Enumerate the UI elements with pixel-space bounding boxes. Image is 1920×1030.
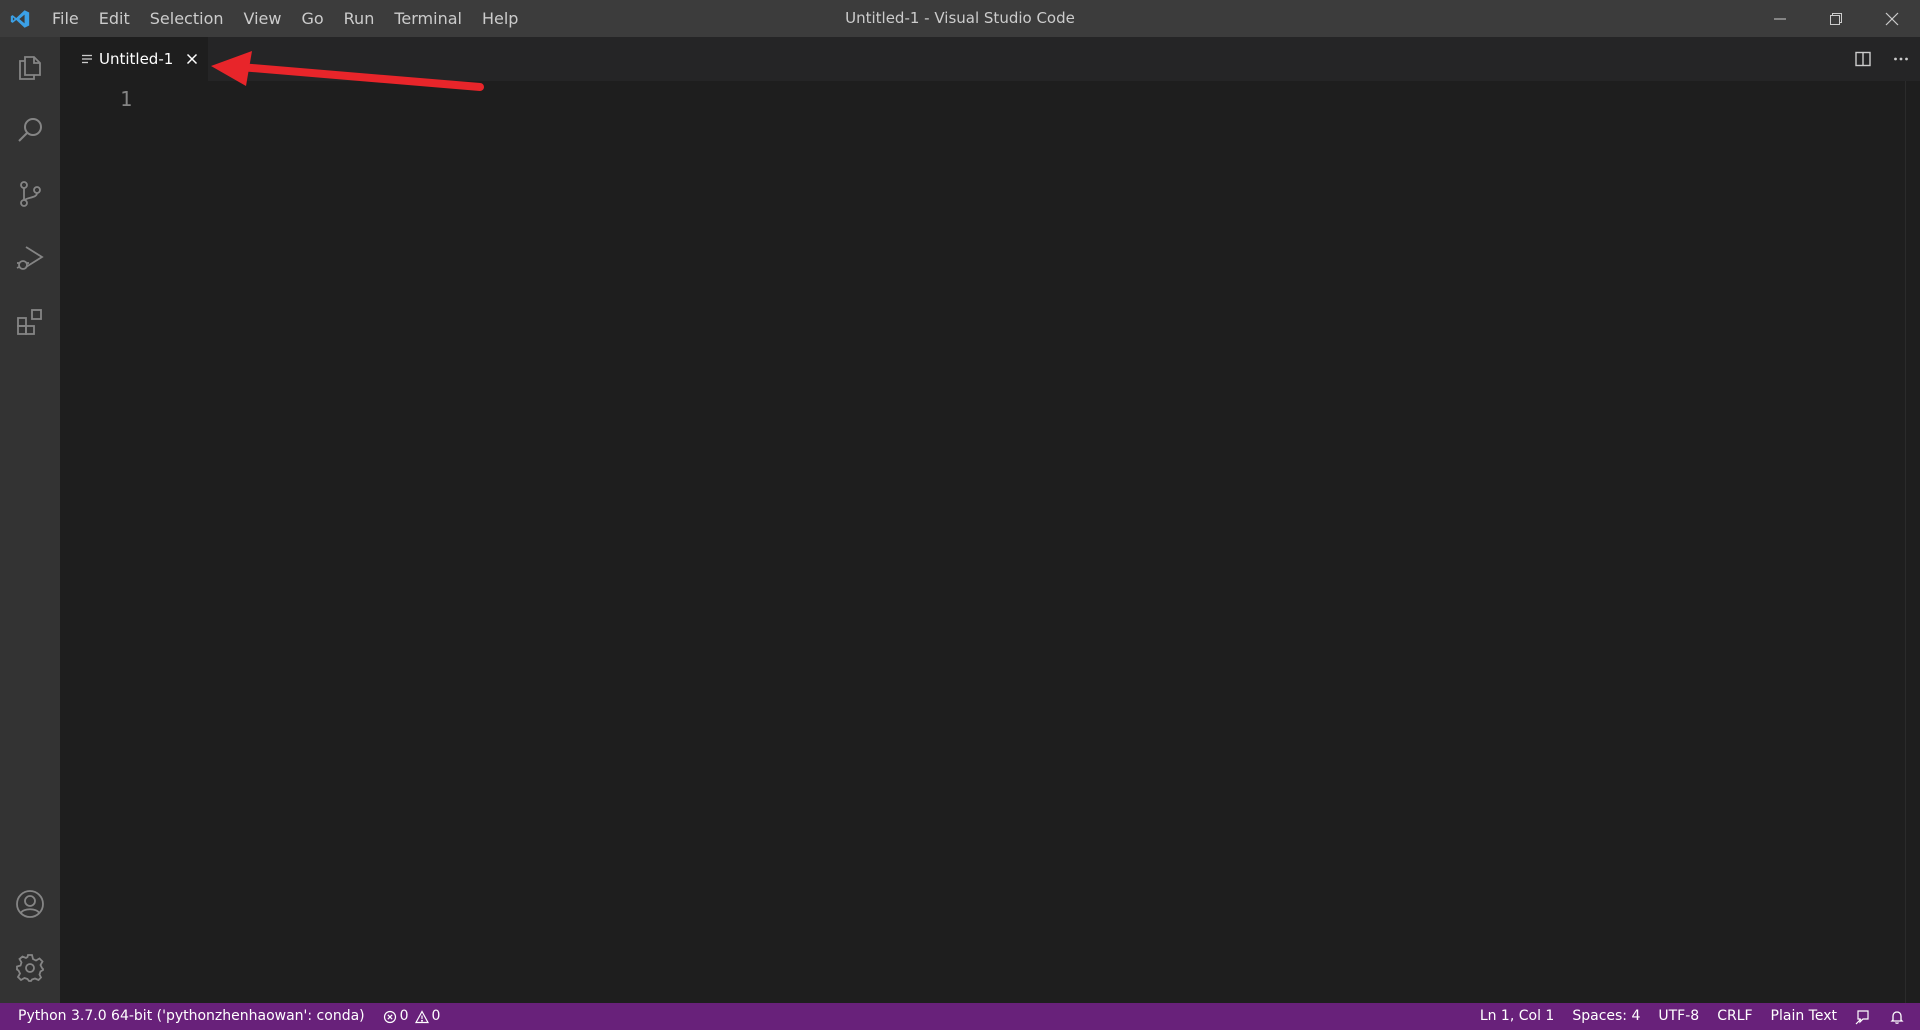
language-mode[interactable]: Plain Text [1762, 1003, 1846, 1030]
manage-button[interactable] [0, 938, 60, 998]
more-actions-button[interactable] [1882, 37, 1920, 81]
account-icon [16, 890, 44, 918]
indentation[interactable]: Spaces: 4 [1563, 1003, 1649, 1030]
feedback-button[interactable] [1846, 1003, 1880, 1030]
window-controls [1752, 0, 1920, 37]
warning-icon [414, 1009, 429, 1024]
tab-untitled-1[interactable]: Untitled-1 [60, 37, 208, 81]
end-of-line[interactable]: CRLF [1708, 1003, 1761, 1030]
run-debug-icon [16, 246, 44, 270]
gear-icon [16, 954, 44, 982]
vscode-window: File Edit Selection View Go Run Terminal… [0, 0, 1920, 1030]
minimize-icon [1774, 18, 1786, 19]
menu-run[interactable]: Run [334, 0, 385, 37]
feedback-icon [1855, 1009, 1869, 1024]
menu-selection[interactable]: Selection [140, 0, 234, 37]
editor-actions [1844, 37, 1920, 81]
menu-view[interactable]: View [234, 0, 292, 37]
activity-bar [0, 37, 60, 1003]
notifications-button[interactable] [1880, 1003, 1914, 1030]
menu-file[interactable]: File [42, 0, 89, 37]
problems-indicator[interactable]: 0 0 [374, 1003, 450, 1030]
restore-button[interactable] [1808, 0, 1864, 37]
vertical-scrollbar[interactable] [1905, 81, 1906, 1003]
title-bar: File Edit Selection View Go Run Terminal… [0, 0, 1920, 37]
tab-label: Untitled-1 [99, 50, 174, 68]
search-icon [18, 118, 42, 142]
split-editor-button[interactable] [1844, 37, 1882, 81]
vscode-logo-icon [0, 0, 40, 37]
menu-help[interactable]: Help [472, 0, 528, 37]
minimize-button[interactable] [1752, 0, 1808, 37]
editor-area[interactable]: 1 [60, 81, 1920, 1003]
close-window-button[interactable] [1864, 0, 1920, 37]
source-control-button[interactable] [0, 164, 60, 224]
tabs-bar: Untitled-1 [60, 37, 1920, 81]
cursor-position[interactable]: Ln 1, Col 1 [1471, 1003, 1564, 1030]
extensions-icon [17, 309, 42, 335]
files-icon [19, 56, 41, 80]
restore-icon [1830, 12, 1842, 25]
accounts-button[interactable] [0, 874, 60, 934]
explorer-button[interactable] [0, 37, 60, 97]
close-icon [1885, 12, 1899, 25]
search-button[interactable] [0, 100, 60, 160]
bell-icon [1890, 1010, 1904, 1024]
split-editor-icon [1855, 51, 1871, 67]
file-encoding[interactable]: UTF-8 [1649, 1003, 1708, 1030]
ellipsis-icon [1894, 57, 1908, 61]
status-bar: Python 3.7.0 64-bit ('pythonzhenhaowan':… [0, 1003, 1920, 1030]
line-number: 1 [120, 87, 133, 111]
file-lines-icon [80, 52, 94, 66]
extensions-button[interactable] [0, 292, 60, 352]
menu-edit[interactable]: Edit [89, 0, 140, 37]
error-count: 0 [399, 1008, 409, 1024]
run-debug-button[interactable] [0, 228, 60, 288]
menu-bar: File Edit Selection View Go Run Terminal… [42, 0, 528, 37]
python-interpreter[interactable]: Python 3.7.0 64-bit ('pythonzhenhaowan':… [9, 1003, 374, 1030]
close-icon [187, 53, 198, 65]
source-control-icon [20, 181, 41, 207]
menu-go[interactable]: Go [291, 0, 333, 37]
menu-terminal[interactable]: Terminal [384, 0, 472, 37]
tab-close-button[interactable] [183, 50, 201, 68]
error-icon [383, 1010, 397, 1024]
warning-count: 0 [431, 1008, 441, 1024]
